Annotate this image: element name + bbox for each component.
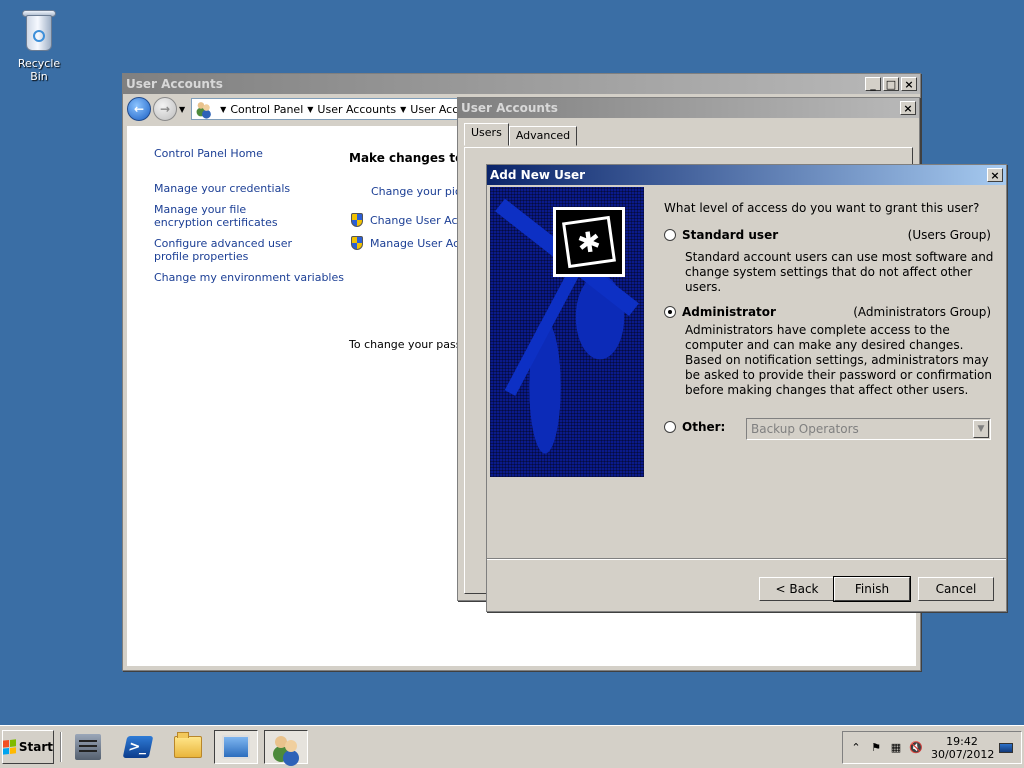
other-group-select[interactable]: Backup Operators ▼ (746, 418, 991, 440)
breadcrumb-control-panel[interactable]: Control Panel (230, 103, 303, 116)
control-panel-taskbar-button[interactable] (214, 730, 258, 764)
show-desktop-icon[interactable] (999, 742, 1013, 753)
chevron-right-icon[interactable]: ▼ (307, 105, 313, 114)
windows-logo-icon (3, 739, 16, 755)
powershell-taskbar-button[interactable]: >_ (116, 730, 160, 764)
props-titlebar[interactable]: User Accounts × (458, 98, 919, 118)
back-button[interactable]: < Back (759, 577, 835, 601)
option-administrator[interactable]: Administrator (Administrators Group) (664, 305, 991, 319)
radio-administrator[interactable] (664, 306, 676, 318)
forward-arrow-icon[interactable]: → (153, 97, 177, 121)
add-user-titlebar[interactable]: Add New User × (487, 165, 1006, 185)
wizard-key-icon: ✱ (553, 207, 625, 277)
action-center-flag-icon[interactable]: ⚑ (869, 741, 883, 755)
main-window-title: User Accounts (126, 77, 223, 91)
administrator-description: Administrators have complete access to t… (685, 323, 993, 397)
server-manager-icon (75, 734, 101, 760)
network-icon[interactable]: ▦ (889, 741, 903, 755)
chevron-right-icon[interactable]: ▼ (400, 105, 406, 114)
tab-users[interactable]: Users (464, 123, 509, 146)
option-other[interactable]: Other: (664, 420, 744, 434)
clock[interactable]: 19:42 30/07/2012 (931, 734, 995, 761)
radio-other[interactable] (664, 421, 676, 433)
option-standard-user[interactable]: Standard user (Users Group) (664, 228, 991, 242)
main-titlebar[interactable]: User Accounts _ □ × (123, 74, 920, 94)
close-button[interactable]: × (901, 77, 917, 91)
start-label: Start (18, 740, 53, 754)
close-button[interactable]: × (987, 168, 1003, 182)
administrator-label: Administrator (682, 305, 776, 319)
notification-area: ⌃ ⚑ ▦ 🔇 19:42 30/07/2012 (842, 731, 1022, 764)
standard-user-label: Standard user (682, 228, 779, 242)
sidebar-link-environment-variables[interactable]: Change my environment variables (154, 271, 344, 284)
task-manage-accounts[interactable]: Manage User Acco (351, 236, 472, 250)
recycle-bin-shortcut[interactable]: Recycle Bin (8, 6, 70, 83)
powershell-icon: >_ (122, 736, 154, 758)
chevron-down-icon[interactable]: ▼ (973, 420, 989, 438)
folder-icon (174, 732, 202, 758)
finish-button[interactable]: Finish (833, 576, 911, 602)
maximize-button[interactable]: □ (883, 77, 899, 91)
access-level-question: What level of access do you want to gran… (664, 201, 980, 215)
sidebar-link-advanced-profile[interactable]: Configure advanced user profile properti… (154, 237, 319, 263)
user-accounts-taskbar-button[interactable] (264, 730, 308, 764)
control-panel-icon (222, 735, 250, 759)
taskbar-separator (60, 732, 62, 762)
task-change-uac-label: Change User Acco (370, 213, 471, 227)
uac-shield-icon (351, 213, 363, 227)
taskbar: Start >_ ⌃ ⚑ ▦ 🔇 19:42 30/07/2012 (0, 725, 1024, 768)
start-button[interactable]: Start (2, 730, 54, 764)
volume-muted-icon[interactable]: 🔇 (909, 741, 923, 755)
uac-shield-icon (351, 236, 363, 250)
password-hint-text: To change your passw (349, 338, 471, 351)
back-arrow-icon[interactable]: ← (127, 97, 151, 121)
administrator-group: (Administrators Group) (853, 305, 991, 319)
show-hidden-icons-chevron-icon[interactable]: ⌃ (849, 741, 863, 755)
users-icon (272, 734, 300, 760)
sidebar-link-control-panel-home[interactable]: Control Panel Home (154, 147, 263, 160)
clock-date: 30/07/2012 (931, 747, 995, 761)
recycle-bin-icon (19, 6, 59, 54)
task-change-uac[interactable]: Change User Acco (351, 213, 470, 227)
explorer-taskbar-button[interactable] (166, 730, 210, 764)
breadcrumb-user-accounts[interactable]: User Accounts (317, 103, 396, 116)
tab-advanced[interactable]: Advanced (508, 126, 578, 146)
sidebar-link-file-encryption[interactable]: Manage your file encryption certificates (154, 203, 304, 229)
recent-pages-dropdown-icon[interactable]: ▼ (179, 105, 185, 114)
server-manager-taskbar-button[interactable] (66, 730, 110, 764)
add-new-user-dialog: Add New User × ✱ What level of access do… (486, 164, 1007, 612)
clock-time: 19:42 (946, 734, 978, 748)
close-button[interactable]: × (900, 101, 916, 115)
minimize-button[interactable]: _ (865, 77, 881, 91)
add-user-title: Add New User (490, 168, 586, 182)
recycle-bin-label: Recycle Bin (17, 57, 61, 83)
cancel-button[interactable]: Cancel (918, 577, 994, 601)
tab-strip: Users Advanced (464, 123, 578, 146)
other-label: Other: (682, 420, 726, 434)
standard-user-group: (Users Group) (907, 228, 991, 242)
sidebar-link-manage-credentials[interactable]: Manage your credentials (154, 182, 290, 195)
standard-user-description: Standard account users can use most soft… (685, 250, 994, 294)
radio-standard-user[interactable] (664, 229, 676, 241)
props-window-title: User Accounts (461, 101, 558, 115)
chevron-right-icon[interactable]: ▼ (220, 105, 226, 114)
wizard-banner-image: ✱ (490, 187, 644, 477)
users-icon (196, 101, 210, 111)
other-group-value: Backup Operators (751, 422, 859, 436)
button-divider (487, 558, 1006, 560)
